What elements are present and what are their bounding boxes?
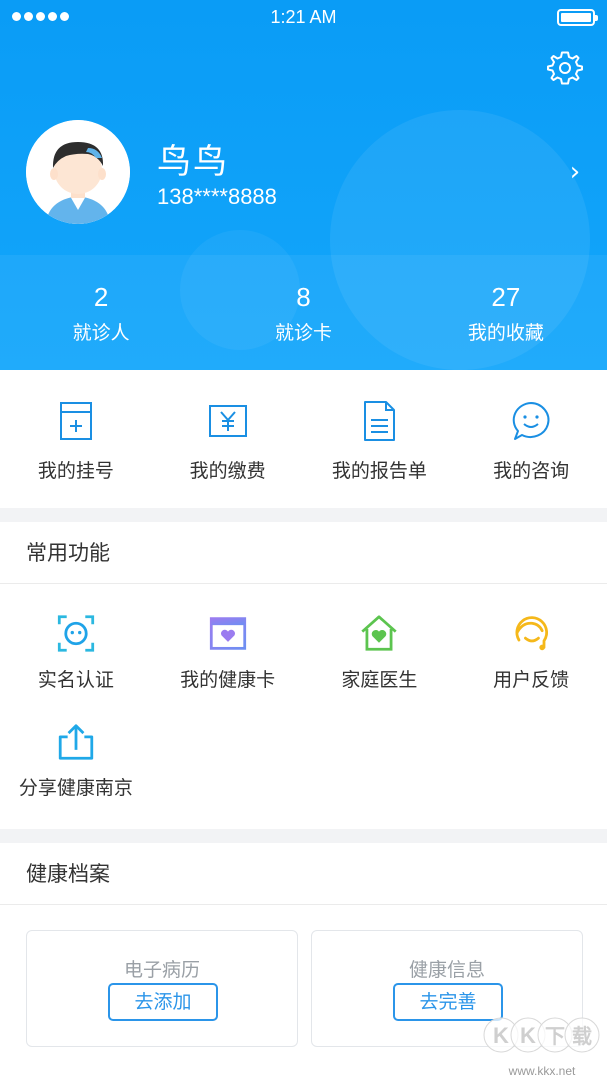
- my-report-button[interactable]: 我的报告单: [304, 370, 456, 508]
- watermark: K K 下 载 www.kkx.net: [483, 1006, 601, 1078]
- chevron-right-icon[interactable]: ›: [560, 155, 590, 189]
- svg-text:K: K: [493, 1023, 509, 1048]
- payment-icon: [208, 405, 247, 437]
- svg-text:载: 载: [572, 1024, 592, 1048]
- family-doctor-button[interactable]: 家庭医生: [304, 584, 456, 692]
- function-grid: 实名认证 我的健康卡 家庭医生 用户反馈 分享健康南京: [0, 584, 607, 800]
- health-card-icon: [209, 617, 246, 650]
- quick-label: 我的挂号: [37, 460, 114, 482]
- status-time: 1:21 AM: [270, 7, 337, 27]
- share-app-button[interactable]: 分享健康南京: [0, 692, 152, 800]
- quick-label: 我的咨询: [493, 460, 570, 482]
- feedback-icon: [515, 616, 549, 651]
- svg-text:下: 下: [545, 1024, 565, 1048]
- stat-value: 8: [296, 282, 311, 312]
- medical-record-card[interactable]: 电子病历 去添加: [26, 930, 298, 1047]
- stat-patients[interactable]: 2 就诊人: [0, 280, 202, 345]
- consult-icon: [512, 402, 550, 440]
- function-label: 家庭医生: [341, 669, 418, 691]
- my-payment-button[interactable]: 我的缴费: [152, 370, 304, 508]
- function-label: 用户反馈: [493, 669, 570, 691]
- status-bar: 1:21 AM: [0, 0, 607, 36]
- face-verify-icon: [57, 615, 94, 652]
- my-consult-button[interactable]: 我的咨询: [455, 370, 607, 508]
- stat-label: 就诊人: [72, 322, 130, 344]
- real-name-verify-button[interactable]: 实名认证: [0, 584, 152, 692]
- registration-icon: [59, 402, 92, 440]
- settings-gear-icon[interactable]: [547, 50, 583, 86]
- card-title: 电子病历: [123, 959, 200, 981]
- stat-cards[interactable]: 8 就诊卡: [202, 280, 404, 345]
- stat-favorites[interactable]: 27 我的收藏: [405, 280, 607, 345]
- card-title: 健康信息: [408, 959, 485, 981]
- svg-text:K: K: [520, 1023, 536, 1048]
- my-registration-button[interactable]: 我的挂号: [0, 370, 152, 508]
- stat-value: 27: [491, 282, 521, 312]
- stat-label: 我的收藏: [467, 322, 544, 344]
- username: 鸟鸟: [157, 142, 229, 182]
- stat-value: 2: [93, 282, 109, 312]
- avatar[interactable]: [26, 120, 130, 224]
- watermark-url: www.kkx.net: [508, 1064, 576, 1078]
- quick-label: 我的缴费: [189, 460, 266, 482]
- function-label: 分享健康南京: [18, 777, 133, 799]
- stats-row: 2 就诊人 8 就诊卡 27 我的收藏: [0, 280, 607, 345]
- quick-label: 我的报告单: [331, 460, 427, 482]
- common-functions-section: 常用功能 实名认证 我的健康卡 家庭医生 用户反馈 分享健康南京: [0, 522, 607, 829]
- user-feedback-button[interactable]: 用户反馈: [455, 584, 607, 692]
- quick-actions: 我的挂号 我的缴费 我的报告单 我的咨询: [0, 370, 607, 508]
- phone-number: 138****8888: [157, 184, 277, 209]
- function-label: 实名认证: [37, 669, 114, 691]
- watermark-logo: K K 下 载: [483, 1006, 601, 1064]
- section-title: 健康档案: [0, 843, 607, 905]
- health-card-button[interactable]: 我的健康卡: [152, 584, 304, 692]
- profile-header: 1:21 AM 鸟鸟 138****8888 › 2 就诊人 8 就诊卡 27 …: [0, 0, 607, 370]
- battery-icon: [557, 9, 598, 26]
- share-icon: [58, 724, 94, 760]
- add-record-button[interactable]: 去添加: [108, 983, 218, 1021]
- section-title: 常用功能: [0, 522, 607, 584]
- report-icon: [364, 401, 396, 441]
- home-heart-icon: [361, 615, 398, 651]
- stat-label: 就诊卡: [274, 322, 332, 344]
- function-label: 我的健康卡: [180, 669, 276, 691]
